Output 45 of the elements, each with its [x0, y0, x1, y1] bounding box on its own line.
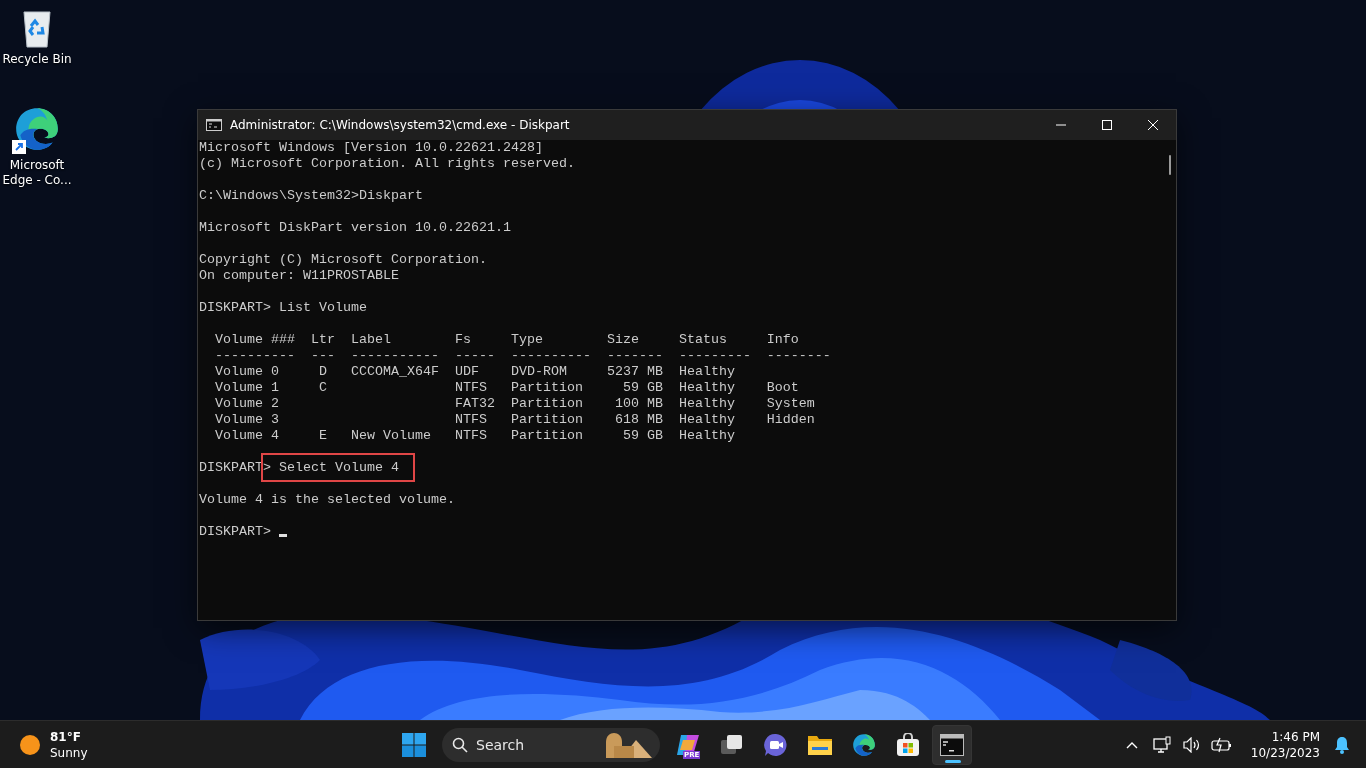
window-title: Administrator: C:\Windows\system32\cmd.exe - Diskpart [230, 118, 570, 132]
shopping-bag-icon[interactable] [896, 732, 920, 757]
console-prompt: DISKPART> [199, 524, 271, 539]
console-line: (c) Microsoft Corporation. All rights reserved. [199, 156, 575, 172]
console-icon [206, 119, 222, 131]
volume-icon[interactable] [1181, 736, 1202, 753]
weather-condition: Sunny [50, 744, 88, 761]
console-line: Microsoft Windows [Version 10.0.22621.2428] [199, 140, 543, 156]
video-chat-icon[interactable] [763, 731, 789, 758]
network-icon[interactable] [1152, 735, 1171, 754]
sun-icon [20, 734, 40, 755]
search-field[interactable]: Search [442, 727, 660, 762]
maximize-icon [1102, 120, 1112, 130]
console-line: Volume ### Ltr Label Fs Type Size Status Info [214, 332, 799, 348]
desktop-icon-label[interactable]: Microsoft Edge - Co... [2, 158, 72, 188]
desktop-icon-label[interactable]: Recycle Bin [2, 52, 72, 67]
console-line: Volume 4 E New Volume NTFS Partition 59 GB Healthy [214, 428, 735, 444]
terminal-icon[interactable] [940, 733, 964, 756]
taskbar-app-button[interactable] [932, 724, 972, 765]
highlighted-command: > Select Volume 4 [261, 453, 415, 482]
console-line: Volume 2 FAT32 Partition 100 MB Healthy System [214, 396, 815, 412]
console-line: Microsoft DiskPart version 10.0.22621.1 [199, 220, 511, 236]
bell-icon[interactable] [1334, 735, 1350, 754]
console-line: C:\Windows\System32>Diskpart [199, 188, 423, 204]
console-line: Volume 4 is the selected volume. [199, 492, 455, 508]
console-line: Volume 1 C NTFS Partition 59 GB Healthy Boot [214, 380, 799, 396]
close-icon [1148, 120, 1158, 130]
search-icon [452, 736, 468, 753]
windows-logo-icon [402, 732, 426, 757]
battery-charging-icon[interactable] [1210, 736, 1233, 753]
chevron-up-icon[interactable] [1125, 740, 1138, 749]
scrollbar-thumb[interactable] [1169, 155, 1171, 175]
console-line: Volume 3 NTFS Partition 618 MB Healthy Hidden [214, 412, 815, 428]
text-cursor [279, 534, 287, 537]
pyramid-drawing [604, 731, 652, 758]
console-line: DISKPART> List Volume [199, 300, 367, 316]
windows-stack-icon[interactable] [720, 732, 744, 757]
clock[interactable]: 1:46 PM 10/23/2023 [1238, 728, 1330, 761]
console-line: On computer: W11PROSTABLE [199, 268, 399, 284]
edge-icon[interactable] [851, 731, 877, 758]
console-line: ---------- --- ----------- ----- ---------- ------- --------- -------- [214, 348, 831, 364]
temperature: 81°F [50, 728, 82, 745]
recycle-bin-icon[interactable] [22, 8, 52, 48]
console-line: Volume 0 D CCCOMA_X64F UDF DVD-ROM 5237 MB Healthy [214, 364, 735, 380]
console-line: Copyright (C) Microsoft Corporation. [199, 252, 487, 268]
